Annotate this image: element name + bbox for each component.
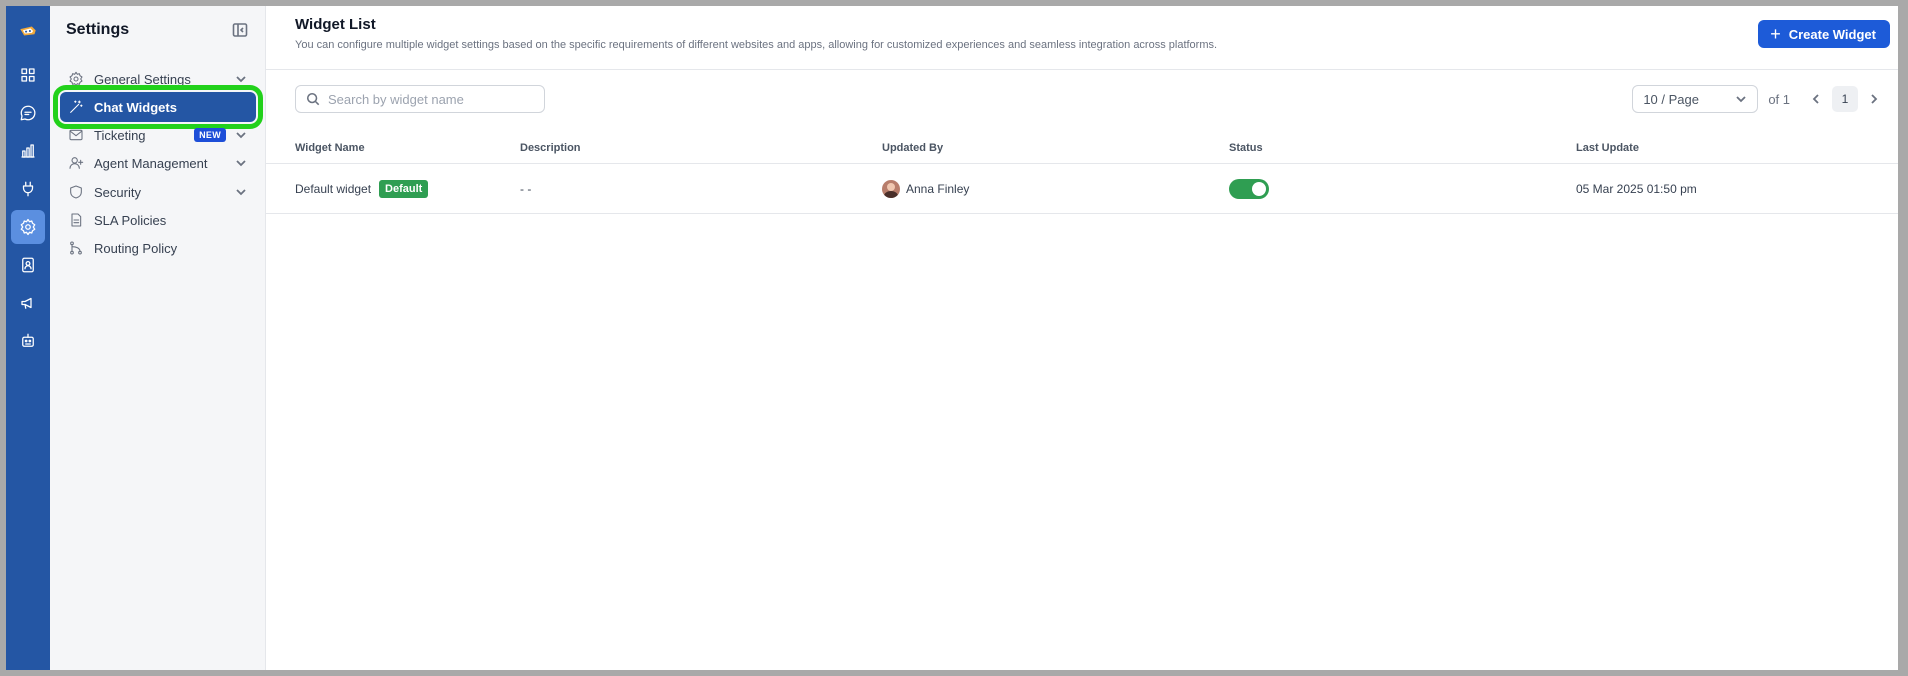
sidebar-item-sla-policies[interactable]: SLA Policies — [60, 205, 256, 235]
dashboard-grid-icon — [21, 68, 35, 82]
bot-icon — [22, 333, 34, 347]
gear-icon — [69, 71, 83, 87]
icon-rail — [6, 6, 50, 670]
sidebar-item-label: Security — [94, 184, 141, 200]
last-update-value: 05 Mar 2025 01:50 pm — [1576, 181, 1697, 196]
chevron-down-icon — [236, 132, 246, 139]
column-header-last-update[interactable]: Last Update — [1576, 132, 1639, 163]
sidebar-item-label: SLA Policies — [94, 212, 167, 228]
rail-campaigns[interactable] — [11, 286, 45, 320]
chevron-left-icon — [1812, 94, 1819, 104]
page-subtitle: You can configure multiple widget settin… — [295, 39, 1218, 51]
chevron-down-icon — [236, 160, 246, 167]
chevron-right-icon — [1871, 94, 1878, 104]
chevron-down-icon — [236, 76, 246, 83]
widget-description: - - — [520, 181, 532, 196]
document-icon — [71, 213, 82, 227]
sidebar-item-label: General Settings — [94, 71, 191, 87]
search-box[interactable] — [295, 85, 545, 113]
column-header-description[interactable]: Description — [520, 132, 581, 163]
search-icon — [306, 92, 320, 106]
sidebar-item-ticketing[interactable]: Ticketing NEW — [60, 120, 256, 150]
page-size-select[interactable]: 10 / Page — [1632, 85, 1759, 113]
pagination: 10 / Page of 1 1 — [1632, 85, 1890, 113]
chevron-down-icon — [236, 189, 246, 196]
mail-icon — [69, 129, 83, 141]
gear-icon — [20, 218, 36, 236]
page-count-text: of 1 — [1768, 91, 1790, 107]
list-toolbar: 10 / Page of 1 1 — [295, 85, 1890, 113]
updated-by-cell: Anna Finley — [882, 164, 969, 213]
column-header-status[interactable]: Status — [1229, 132, 1263, 163]
sidebar-item-general-settings[interactable]: General Settings — [60, 64, 256, 94]
avatar — [882, 179, 900, 198]
user-plus-icon — [69, 157, 84, 169]
rail-settings[interactable] — [11, 210, 45, 244]
widget-table: Widget Name Description Updated By Statu… — [266, 132, 1898, 214]
collapse-sidebar-button[interactable] — [231, 21, 249, 39]
previous-page-button[interactable] — [1806, 89, 1826, 109]
sidebar-item-label: Chat Widgets — [94, 99, 177, 115]
widget-name[interactable]: Default widget — [295, 182, 371, 196]
settings-sidebar: Settings General Settings Chat Widgets T… — [50, 6, 266, 670]
default-badge: Default — [379, 179, 429, 198]
app-window: Settings General Settings Chat Widgets T… — [6, 6, 1898, 670]
widget-name-cell[interactable]: Default widget Default — [295, 164, 429, 213]
shield-icon — [70, 185, 82, 199]
column-header-updated-by[interactable]: Updated By — [882, 132, 943, 163]
sidebar-title: Settings — [66, 21, 130, 38]
sidebar-item-label: Routing Policy — [94, 240, 178, 256]
rail-integrations[interactable] — [11, 172, 45, 206]
rail-bots[interactable] — [11, 324, 45, 358]
main-content: Widget List You can configure multiple w… — [266, 6, 1898, 670]
create-widget-label: Create Widget — [1788, 26, 1876, 42]
rail-conversations[interactable] — [11, 96, 45, 130]
page-title: Widget List — [295, 16, 376, 33]
sidebar-item-label: Ticketing — [94, 127, 146, 143]
sidebar-item-label: Agent Management — [94, 155, 208, 171]
megaphone-icon — [21, 297, 32, 309]
page-size-value: 10 / Page — [1643, 91, 1699, 107]
brand-logo[interactable] — [14, 20, 42, 42]
page-header: Widget List You can configure multiple w… — [266, 6, 1898, 70]
rail-contacts[interactable] — [11, 248, 45, 282]
table-row[interactable]: Default widget Default - - Anna Finley 0… — [266, 164, 1898, 214]
contact-book-icon — [22, 257, 34, 273]
sidebar-collapse-icon — [232, 23, 248, 37]
new-badge: NEW — [194, 128, 226, 142]
table-header: Widget Name Description Updated By Statu… — [266, 132, 1898, 164]
magic-wand-icon — [70, 100, 83, 113]
next-page-button[interactable] — [1864, 89, 1884, 109]
chevron-down-icon — [1736, 96, 1746, 103]
status-cell — [1229, 164, 1269, 213]
sidebar-item-routing-policy[interactable]: Routing Policy — [60, 233, 256, 263]
updated-by-name: Anna Finley — [906, 181, 970, 196]
current-page-button[interactable]: 1 — [1832, 86, 1858, 112]
bar-chart-icon — [21, 144, 35, 158]
chat-bubble-icon — [20, 105, 36, 121]
search-input[interactable] — [328, 91, 544, 107]
sidebar-item-chat-widgets[interactable]: Chat Widgets — [53, 85, 263, 129]
rail-reports[interactable] — [11, 134, 45, 168]
create-widget-button[interactable]: + Create Widget — [1758, 20, 1890, 48]
status-toggle[interactable] — [1229, 178, 1269, 199]
sidebar-item-security[interactable]: Security — [60, 177, 256, 207]
plug-icon — [22, 181, 34, 197]
sidebar-item-agent-management[interactable]: Agent Management — [60, 148, 256, 178]
route-icon — [70, 241, 82, 255]
rail-dashboard[interactable] — [11, 58, 45, 92]
plus-icon: + — [1770, 24, 1781, 44]
sidebar-header: Settings — [50, 6, 265, 54]
column-header-widget-name[interactable]: Widget Name — [295, 132, 365, 163]
